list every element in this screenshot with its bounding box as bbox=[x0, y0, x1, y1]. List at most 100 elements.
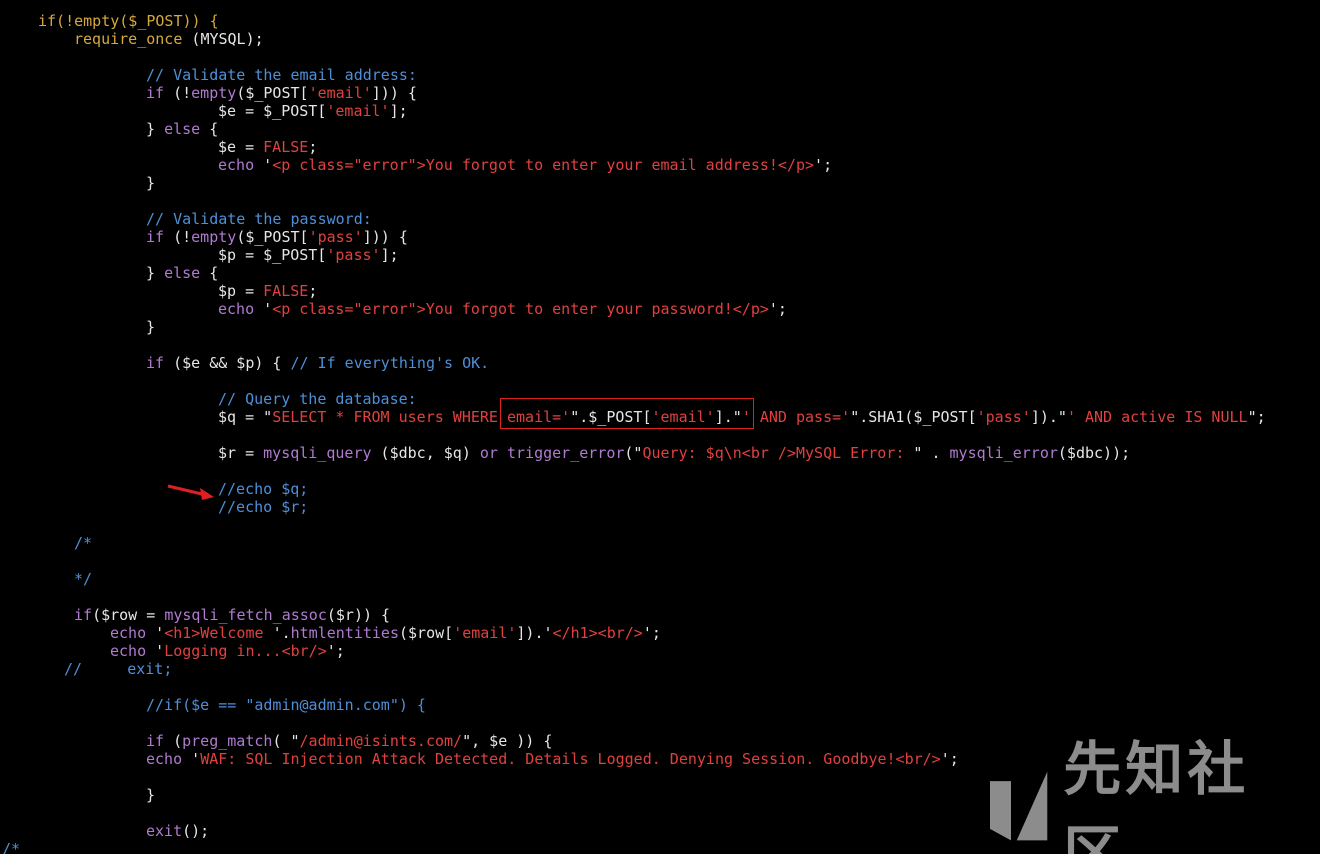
code-token: $e = $_POST[ bbox=[218, 102, 327, 120]
code-token: empty bbox=[191, 228, 237, 246]
code-token: ($row[ bbox=[399, 624, 454, 642]
code-token: '. bbox=[272, 624, 291, 642]
code-token: (); bbox=[182, 822, 210, 840]
watermark: 先知社区 bbox=[990, 735, 1300, 854]
code-token: ])." bbox=[1030, 408, 1067, 426]
code-token: ($_POST[ bbox=[236, 84, 309, 102]
code-token: if bbox=[146, 732, 165, 750]
code-line: // Validate the email address: bbox=[146, 66, 417, 84]
code-token: (! bbox=[164, 84, 192, 102]
code-token: else bbox=[164, 120, 201, 138]
code-token: ])) { bbox=[362, 228, 408, 246]
code-line: if (!empty($_POST['pass'])) { bbox=[146, 228, 408, 246]
code-token: exit bbox=[146, 822, 183, 840]
code-token: '; bbox=[814, 156, 833, 174]
code-token: htmlentities bbox=[290, 624, 399, 642]
code-token: } bbox=[146, 318, 156, 336]
code-line: if($row = mysqli_fetch_assoc($r)) { bbox=[74, 606, 390, 624]
code-line: /* bbox=[74, 534, 92, 552]
code-token: '; bbox=[326, 642, 345, 660]
code-token: /* bbox=[2, 840, 21, 854]
code-token: ($row = bbox=[92, 606, 165, 624]
code-token: ( " bbox=[272, 732, 300, 750]
code-token: 'email' bbox=[651, 408, 715, 426]
code-token: ]).' bbox=[516, 624, 553, 642]
code-line: echo 'WAF: SQL Injection Attack Detected… bbox=[146, 750, 959, 768]
code-token: ' AND pass=' bbox=[741, 408, 851, 426]
code-token: echo bbox=[218, 300, 255, 318]
code-token: ]; bbox=[389, 102, 408, 120]
code-token: ' bbox=[146, 642, 165, 660]
code-line: } bbox=[146, 318, 155, 336]
code-token: FALSE bbox=[263, 282, 309, 300]
code-editor[interactable]: 先知社区 if(!empty($_POST)) {require_once (M… bbox=[0, 0, 1320, 854]
code-token: // If everything's OK. bbox=[290, 354, 490, 372]
code-token: echo bbox=[110, 624, 147, 642]
code-token: $p = bbox=[218, 282, 264, 300]
code-token: echo bbox=[218, 156, 255, 174]
code-token: ".$_POST[ bbox=[570, 408, 652, 426]
code-token: // Validate the password: bbox=[146, 210, 372, 228]
code-token: ".SHA1($_POST[ bbox=[850, 408, 977, 426]
code-token: ' bbox=[146, 624, 165, 642]
code-line: echo '<h1>Welcome '.htmlentities($row['e… bbox=[110, 624, 661, 642]
code-token: ($dbc)); bbox=[1057, 444, 1131, 462]
code-token: (! bbox=[164, 228, 192, 246]
code-token: } bbox=[146, 120, 165, 138]
code-line: // Query the database: bbox=[218, 390, 417, 408]
code-token: // exit; bbox=[64, 660, 173, 678]
code-line: echo '<p class="error">You forgot to ent… bbox=[218, 300, 787, 318]
code-token: '; bbox=[768, 300, 787, 318]
code-line: if (preg_match( "/admin@isints.com/", $e… bbox=[146, 732, 552, 750]
code-token: ($e && $p) { bbox=[164, 354, 291, 372]
code-line: $e = FALSE; bbox=[218, 138, 317, 156]
code-token: mysqli_query bbox=[263, 444, 372, 462]
code-token: ' bbox=[254, 156, 273, 174]
code-line: if ($e && $p) { // If everything's OK. bbox=[146, 354, 489, 372]
code-token: ($dbc, $q) bbox=[371, 444, 480, 462]
code-token: if bbox=[146, 354, 165, 372]
code-line: // Validate the password: bbox=[146, 210, 372, 228]
code-token: ' bbox=[182, 750, 201, 768]
code-line: if (!empty($_POST['email'])) { bbox=[146, 84, 417, 102]
code-token: } bbox=[146, 174, 156, 192]
code-token: SELECT * FROM users WHERE bbox=[272, 408, 507, 426]
code-token: { bbox=[200, 264, 219, 282]
code-line: // exit; bbox=[64, 660, 172, 678]
code-line: } bbox=[146, 174, 155, 192]
code-line: */ bbox=[74, 570, 92, 588]
code-line: $p = FALSE; bbox=[218, 282, 317, 300]
code-line: exit(); bbox=[146, 822, 209, 840]
code-line: } else { bbox=[146, 264, 218, 282]
code-token: "; bbox=[1247, 408, 1266, 426]
code-token: ; bbox=[308, 138, 318, 156]
code-line: //if($e == "admin@admin.com") { bbox=[146, 696, 426, 714]
code-token: <h1>Welcome bbox=[164, 624, 273, 642]
code-line: echo '<p class="error">You forgot to ent… bbox=[218, 156, 832, 174]
code-token: // Validate the email address: bbox=[146, 66, 417, 84]
code-token: if bbox=[146, 228, 165, 246]
code-token: ", $e )) { bbox=[462, 732, 553, 750]
code-token: 'email' bbox=[326, 102, 390, 120]
code-token: require_once bbox=[74, 30, 183, 48]
code-token: 'pass' bbox=[308, 228, 363, 246]
code-token: $r = bbox=[218, 444, 264, 462]
code-token: } bbox=[146, 264, 165, 282]
code-token: <p class="error">You forgot to enter you… bbox=[272, 156, 815, 174]
code-token: // Query the database: bbox=[218, 390, 417, 408]
code-token: ); bbox=[245, 30, 264, 48]
code-token: ]; bbox=[380, 246, 399, 264]
xianzhi-logo-icon bbox=[990, 771, 1048, 841]
code-token: 'email' bbox=[453, 624, 517, 642]
code-token: $p = $_POST[ bbox=[218, 246, 327, 264]
code-token: or bbox=[479, 444, 498, 462]
code-line: $q = "SELECT * FROM users WHERE email='"… bbox=[218, 408, 1266, 426]
code-token: ])) { bbox=[371, 84, 417, 102]
code-token: ]." bbox=[714, 408, 742, 426]
code-token: echo bbox=[146, 750, 183, 768]
code-token: Logging in...<br/> bbox=[164, 642, 327, 660]
code-token: Query: $q\n<br />MySQL Error: bbox=[642, 444, 914, 462]
code-line: $e = $_POST['email']; bbox=[218, 102, 408, 120]
code-token: '; bbox=[940, 750, 959, 768]
